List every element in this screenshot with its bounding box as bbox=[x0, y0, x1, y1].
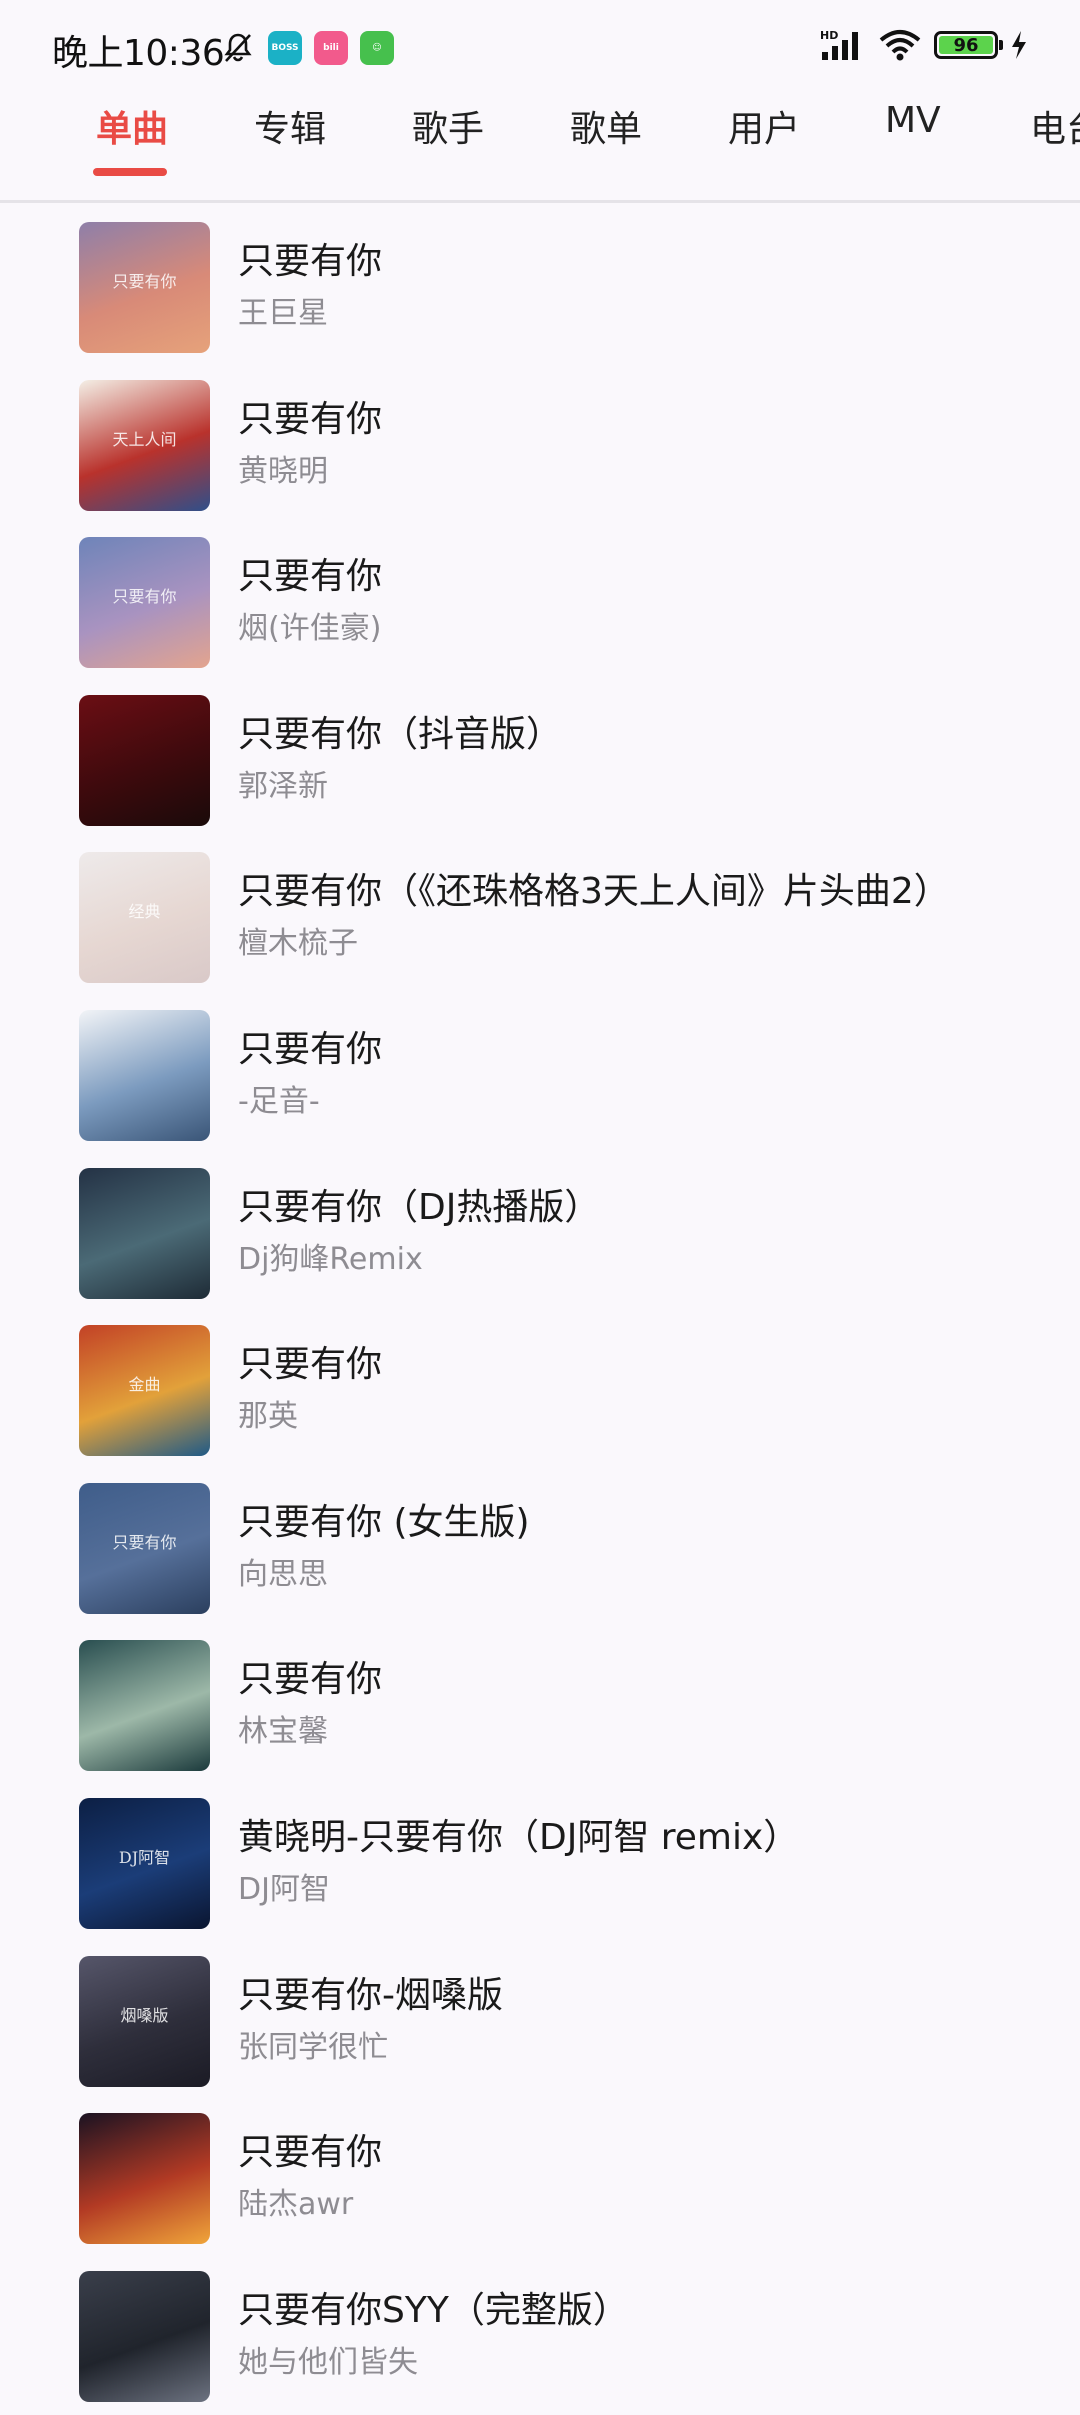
network-hd-label: HD bbox=[820, 29, 838, 42]
song-list-item[interactable]: 只要有你 -足音- bbox=[0, 998, 1080, 1154]
album-cover-text: 只要有你 bbox=[112, 272, 177, 291]
battery-percent: 96 bbox=[953, 34, 979, 56]
song-title: 只要有你（DJ热播版） bbox=[238, 1186, 601, 1228]
song-title: 只要有你（抖音版） bbox=[238, 713, 563, 755]
album-cover-image: 只要有你 bbox=[79, 222, 210, 353]
song-list-item[interactable]: DJ阿智 黄晓明-只要有你（DJ阿智 remix） DJ阿智 bbox=[0, 1786, 1080, 1942]
boss-app-icon: BOSS bbox=[268, 31, 302, 65]
album-cover-image: 只要有你 bbox=[79, 537, 210, 669]
song-list-item[interactable]: 只要有你SYY（完整版） 她与他们皆失 bbox=[0, 2259, 1080, 2415]
assistant-app-icon: ☺ bbox=[360, 31, 394, 65]
song-title: 只要有你 bbox=[238, 2132, 383, 2174]
battery-icon: 96 bbox=[934, 31, 1003, 59]
album-cover-text: 烟嗓版 bbox=[120, 2005, 169, 2025]
album-cover-text: 天上人间 bbox=[112, 429, 177, 449]
song-list-item[interactable]: 金曲 只要有你那英 bbox=[0, 1313, 1080, 1469]
song-title: 只要有你 bbox=[238, 556, 383, 598]
status-time: 晚上10:36 bbox=[52, 33, 225, 74]
song-list-item[interactable]: 只要有你 只要有你 烟(许佳豪) bbox=[0, 525, 1080, 681]
album-cover-image bbox=[79, 2113, 210, 2245]
song-list-item[interactable]: 只要有你（DJ热播版） Dj狗峰Remix bbox=[0, 1156, 1080, 1312]
song-title: 只要有你 bbox=[238, 398, 383, 440]
song-artist: 张同学很忙 bbox=[238, 2029, 388, 2065]
album-cover-image bbox=[79, 1010, 210, 1141]
song-list-item[interactable]: 只要有你 只要有你 王巨星 bbox=[0, 210, 1080, 366]
album-cover-image: 金曲 bbox=[79, 1325, 210, 1457]
status-bar: 晚上10:36 BOSS bili ☺ HD 96 bbox=[0, 0, 1080, 90]
song-list-item[interactable]: 烟嗓版 只要有你-烟嗓版张同学很忙 bbox=[0, 1944, 1080, 2100]
tabs-divider bbox=[0, 200, 1080, 203]
song-list-item[interactable]: 经典 只要有你（《还珠格格3天上人间》片头曲2） 檀木梳子 bbox=[0, 840, 1080, 996]
album-cover-text: 只要有你 bbox=[112, 1532, 177, 1552]
album-cover-text: DJ阿智 bbox=[118, 1848, 171, 1867]
song-list-item[interactable]: 只要有你陆杰awr bbox=[0, 2101, 1080, 2257]
song-artist: 王巨星 bbox=[238, 296, 328, 331]
tab-singles[interactable]: 单曲 bbox=[96, 100, 168, 152]
song-list-item[interactable]: 天上人间 只要有你黄晓明 bbox=[0, 368, 1080, 524]
song-title: 只要有你 bbox=[238, 1344, 383, 1386]
album-cover-image: 烟嗓版 bbox=[79, 1955, 210, 2087]
album-cover-image bbox=[79, 1167, 210, 1299]
song-title: 只要有你 bbox=[238, 1029, 383, 1070]
status-notification-icons: BOSS bili ☺ bbox=[220, 30, 394, 66]
song-title: 只要有你 bbox=[238, 241, 383, 282]
song-title: 只要有你（《还珠格格3天上人间》片头曲2） bbox=[238, 871, 950, 913]
song-list-item[interactable]: 只要有你 只要有你 (女生版) 向思思 bbox=[0, 1471, 1080, 1627]
album-cover-text: 经典 bbox=[128, 902, 161, 922]
song-artist: -足音- bbox=[238, 1084, 320, 1119]
album-cover-text: 只要有你 bbox=[112, 587, 177, 607]
song-artist: 郭泽新 bbox=[238, 768, 328, 804]
album-cover-image: 经典 bbox=[79, 852, 210, 984]
bilibili-app-icon: bili bbox=[314, 31, 348, 65]
song-title: 只要有你SYY（完整版） bbox=[238, 2289, 629, 2331]
song-artist: Dj狗峰Remix bbox=[238, 1241, 423, 1277]
album-cover-image bbox=[79, 2270, 210, 2402]
album-cover-text: 金曲 bbox=[128, 1375, 161, 1395]
tab-playlists[interactable]: 歌单 bbox=[570, 100, 642, 152]
search-category-tabs: 单曲 专辑 歌手 歌单 用户 MV 电台 bbox=[0, 90, 1080, 200]
signal-icon: HD bbox=[820, 29, 858, 60]
album-cover-image: 天上人间 bbox=[79, 379, 210, 511]
song-artist: DJ阿智 bbox=[238, 1872, 330, 1907]
song-artist: 黄晓明 bbox=[238, 453, 328, 489]
tab-mv[interactable]: MV bbox=[885, 100, 941, 141]
song-artist: 陆杰awr bbox=[238, 2187, 354, 2223]
album-cover-image bbox=[79, 694, 210, 826]
tab-albums[interactable]: 专辑 bbox=[254, 100, 326, 152]
album-cover-image: DJ阿智 bbox=[79, 1798, 210, 1929]
song-artist: 檀木梳子 bbox=[238, 926, 358, 962]
song-list-item[interactable]: 只要有你 林宝馨 bbox=[0, 1628, 1080, 1784]
charging-icon bbox=[1012, 31, 1026, 59]
song-list-item[interactable]: 只要有你（抖音版） 郭泽新 bbox=[0, 683, 1080, 839]
song-artist: 烟(许佳豪) bbox=[238, 611, 382, 647]
song-artist: 她与他们皆失 bbox=[238, 2344, 418, 2380]
tab-users[interactable]: 用户 bbox=[728, 100, 800, 152]
song-artist: 那英 bbox=[238, 1399, 298, 1435]
muted-bell-icon bbox=[224, 33, 252, 62]
album-cover-image: 只要有你 bbox=[79, 1482, 210, 1614]
tab-radio[interactable]: 电台 bbox=[1030, 100, 1080, 152]
song-title: 黄晓明-只要有你（DJ阿智 remix） bbox=[238, 1817, 800, 1858]
album-cover-image bbox=[79, 1640, 210, 1772]
song-title: 只要有你 (女生版) bbox=[238, 1501, 530, 1543]
status-system-icons: HD 96 bbox=[820, 28, 1028, 62]
wifi-icon bbox=[879, 30, 921, 61]
song-artist: 向思思 bbox=[238, 1556, 328, 1592]
tab-artists[interactable]: 歌手 bbox=[412, 100, 484, 152]
song-artist: 林宝馨 bbox=[238, 1714, 328, 1750]
active-tab-indicator bbox=[93, 168, 167, 176]
song-title: 只要有你 bbox=[238, 1659, 383, 1701]
song-title: 只要有你-烟嗓版 bbox=[238, 1974, 503, 2016]
